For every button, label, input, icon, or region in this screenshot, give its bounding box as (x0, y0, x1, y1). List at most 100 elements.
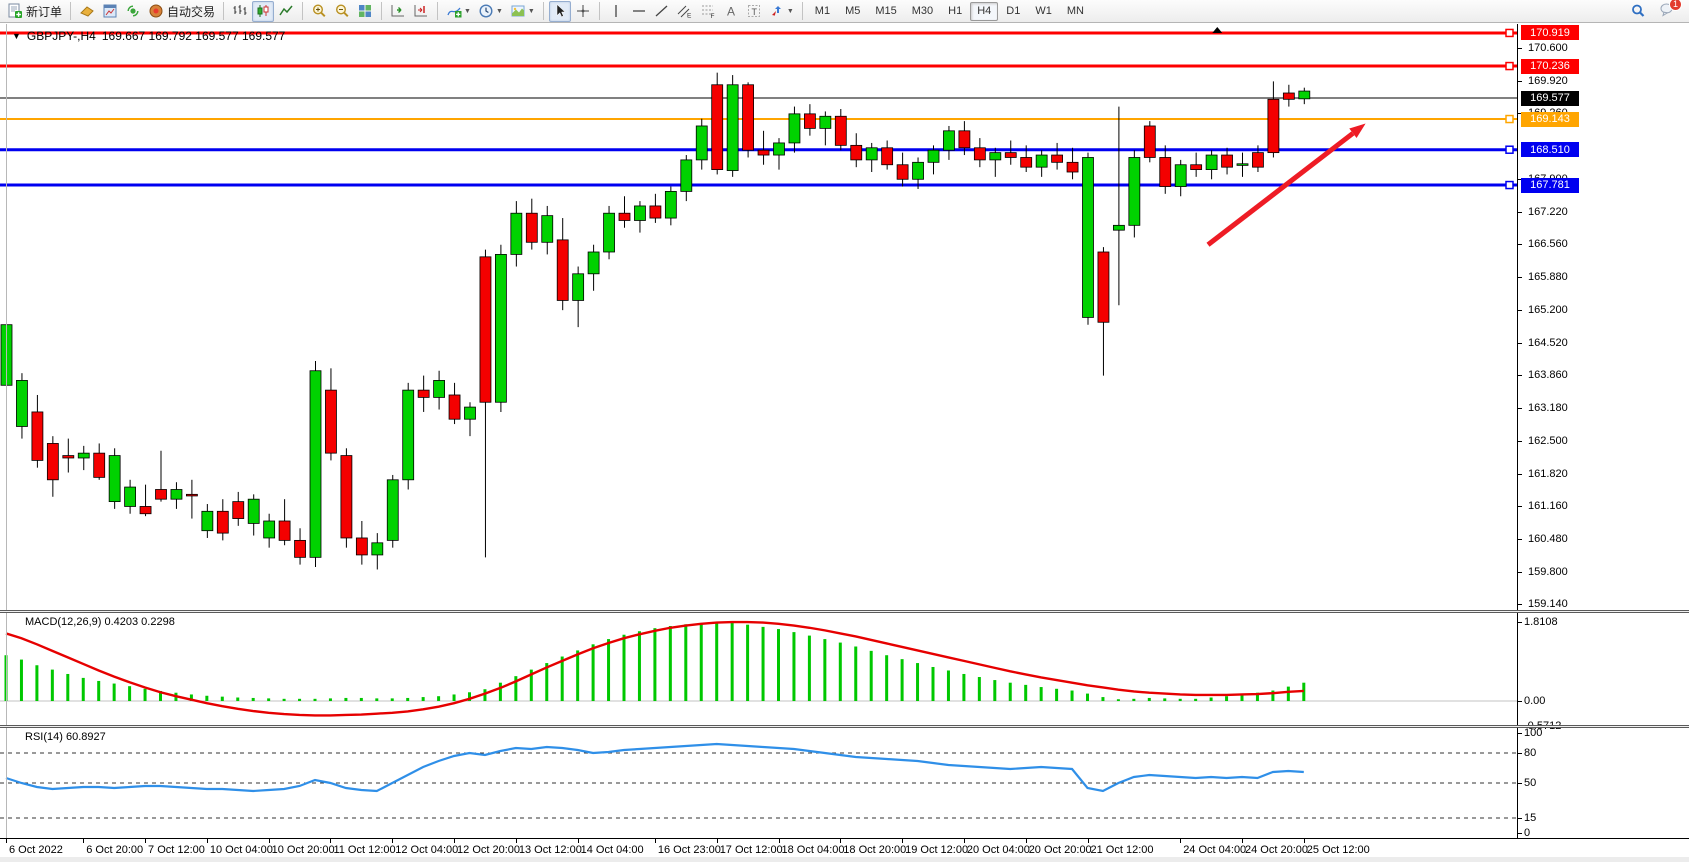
rsi-chart (0, 728, 1517, 838)
templates-button[interactable]: ▼ (507, 1, 538, 22)
time-tick-label: 19 Oct 12:00 (905, 844, 968, 856)
main-chart-panel[interactable]: ▼ GBPJPY-,H4 169.667 169.792 169.577 169… (0, 24, 1517, 610)
macd-hist-bar (901, 659, 904, 701)
vertical-line-button[interactable] (605, 1, 627, 22)
zoom-in-button[interactable] (308, 1, 330, 22)
macd-hist-bar (1040, 687, 1043, 701)
line-anchor-handle[interactable] (1506, 146, 1513, 153)
indicators-button[interactable]: ▼ (443, 1, 474, 22)
rsi-panel[interactable]: RSI(14) 60.8927 (0, 728, 1517, 838)
panel-separator[interactable] (0, 610, 1689, 613)
candle-up (1206, 155, 1217, 170)
candle-down (186, 494, 197, 496)
autotrade-button-label: 自动交易 (167, 3, 215, 20)
candle-chart-button[interactable] (252, 1, 274, 22)
chevron-down-icon[interactable]: ▼ (787, 8, 794, 15)
candle-up (202, 511, 213, 530)
arrows-button[interactable]: ▼ (766, 1, 797, 22)
auto-scroll-button[interactable] (387, 1, 409, 22)
macd-panel[interactable]: MACD(12,26,9) 0.4203 0.2298 (0, 613, 1517, 725)
time-tick-mark (454, 839, 455, 843)
macd-label: MACD(12,26,9) 0.4203 0.2298 (25, 616, 175, 628)
macd-axis-label: 1.8108 (1524, 616, 1558, 628)
macd-hist-bar (638, 631, 641, 701)
chart-shift-button[interactable] (410, 1, 432, 22)
toolbar-right-group: 1 (1627, 1, 1685, 22)
macd-hist-bar (1117, 699, 1120, 701)
textT-icon: T (746, 3, 762, 19)
timeframe-m5-button[interactable]: M5 (838, 2, 867, 21)
macd-hist-bar (777, 629, 780, 701)
signals-button[interactable] (122, 1, 144, 22)
chevron-down-icon[interactable]: ▼ (496, 8, 503, 15)
macd-hist-bar (1009, 683, 1012, 701)
time-axis[interactable]: 6 Oct 20226 Oct 20:007 Oct 12:0010 Oct 0… (0, 838, 1689, 862)
line-anchor-handle[interactable] (1506, 182, 1513, 189)
candlestick-chart[interactable] (0, 24, 1517, 610)
periods-button[interactable]: ▼ (475, 1, 506, 22)
svg-text:T: T (751, 7, 757, 17)
timeframe-d1-button[interactable]: D1 (999, 2, 1027, 21)
line-chart-button[interactable] (275, 1, 297, 22)
macd-hist-bar (1148, 698, 1151, 701)
candle-up (1175, 165, 1186, 187)
time-tick-label: 21 Oct 12:00 (1091, 844, 1154, 856)
rsi-axis-label: 80 (1524, 747, 1536, 759)
market-icon (102, 3, 118, 19)
horizontal-line-button[interactable] (628, 1, 650, 22)
bar-chart-button[interactable] (229, 1, 251, 22)
chart-dropdown-icon[interactable]: ▼ (12, 31, 21, 41)
candle-down (743, 85, 754, 150)
chevron-down-icon[interactable]: ▼ (464, 8, 471, 15)
textA-icon: A (723, 3, 739, 19)
candle-up (1036, 155, 1047, 167)
time-tick-label: 10 Oct 04:00 (210, 844, 273, 856)
timeframe-h1-button[interactable]: H1 (941, 2, 969, 21)
time-tick-label: 20 Oct 20:00 (1029, 844, 1092, 856)
time-tick-label: 20 Oct 04:00 (967, 844, 1030, 856)
macd-hist-bar (360, 698, 363, 701)
text-label-button[interactable]: T (743, 1, 765, 22)
candle-up (1129, 157, 1140, 225)
search-button[interactable] (1627, 1, 1649, 22)
line-anchor-handle[interactable] (1506, 116, 1513, 123)
line-anchor-handle[interactable] (1506, 63, 1513, 70)
timeframe-w1-button[interactable]: W1 (1028, 2, 1059, 21)
chevron-down-icon[interactable]: ▼ (528, 8, 535, 15)
new-order-button[interactable]: 新订单 (4, 1, 65, 22)
candles-layer[interactable] (1, 73, 1310, 570)
timeframe-m1-button[interactable]: M1 (808, 2, 837, 21)
zoom-out-button[interactable] (331, 1, 353, 22)
panel-separator[interactable] (0, 725, 1689, 728)
trendline-button[interactable] (651, 1, 673, 22)
macd-hist-bar (221, 697, 224, 701)
macd-hist-bar (1179, 699, 1182, 701)
toolbar-separator (70, 2, 71, 20)
line-anchor-handle[interactable] (1506, 29, 1513, 36)
macd-hist-bar (839, 643, 842, 701)
text-button[interactable]: A (720, 1, 742, 22)
profile-button[interactable] (76, 1, 98, 22)
candle-up (665, 191, 676, 218)
autotrade-icon (148, 3, 164, 19)
market-watch-button[interactable] (99, 1, 121, 22)
autotrade-button[interactable]: 自动交易 (145, 1, 218, 22)
candle-up (109, 456, 120, 502)
time-tick-label: 16 Oct 23:00 (658, 844, 721, 856)
price-tick-label: 166.560 (1528, 238, 1568, 250)
crosshair-button[interactable] (572, 1, 594, 22)
chat-button[interactable]: 1 (1659, 1, 1675, 22)
cursor-button[interactable] (549, 1, 571, 22)
timeframe-m30-button[interactable]: M30 (905, 2, 940, 21)
fibonacci-button[interactable]: F (697, 1, 719, 22)
equidistant-channel-button[interactable]: E (674, 1, 696, 22)
timeframe-m15-button[interactable]: M15 (868, 2, 903, 21)
timeframe-mn-button[interactable]: MN (1060, 2, 1091, 21)
toolbar-separator (543, 2, 544, 20)
time-tick-label: 6 Oct 2022 (9, 844, 63, 856)
linechart-icon (278, 3, 294, 19)
macd-hist-bar (607, 639, 610, 701)
time-tick-label: 18 Oct 20:00 (843, 844, 906, 856)
tile-windows-button[interactable] (354, 1, 376, 22)
timeframe-h4-button[interactable]: H4 (970, 2, 998, 21)
